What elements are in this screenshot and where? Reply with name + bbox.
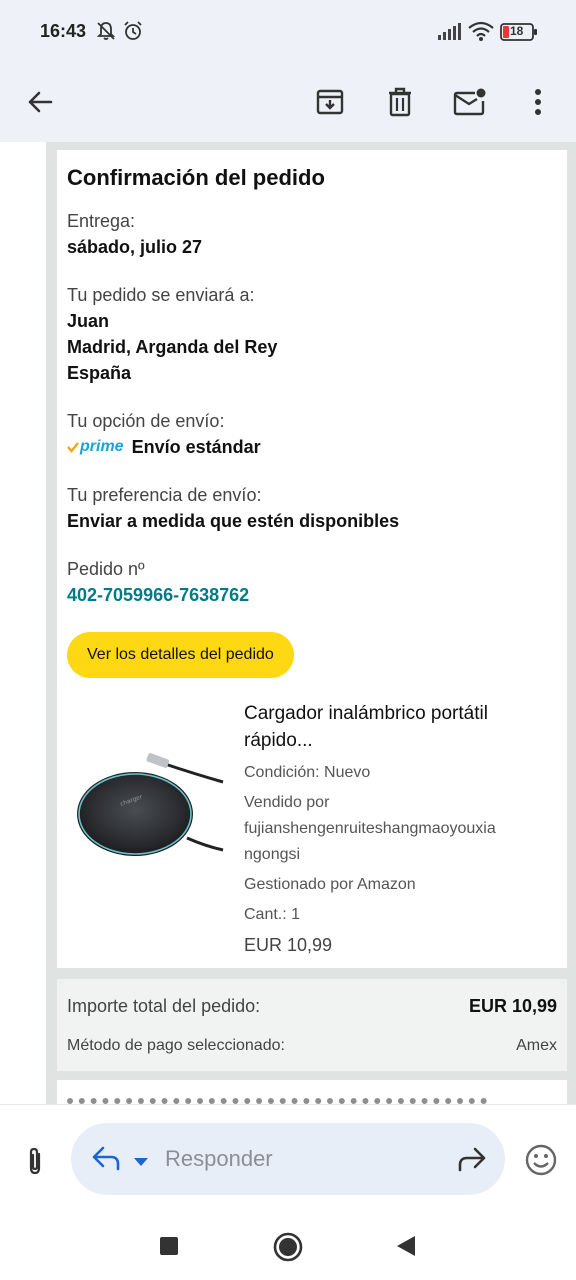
product-image[interactable]: charger — [77, 746, 227, 866]
more-vert-icon — [535, 89, 541, 115]
mark-unread-icon — [453, 88, 486, 116]
order-number-link[interactable]: 402-7059966-7638762 — [67, 582, 557, 608]
reply-bar: Responder — [0, 1104, 576, 1216]
product-item[interactable]: charger Cargador inalámbrico portátil rá… — [67, 678, 557, 968]
ship-to-city: Madrid, Arganda del Rey — [67, 337, 278, 357]
back-nav-button[interactable] — [396, 1235, 416, 1262]
back-icon — [397, 1236, 415, 1256]
product-info: Cargador inalámbrico portátil rápido... … — [244, 700, 544, 958]
prime-logo-text: prime — [80, 438, 124, 455]
archive-button[interactable] — [304, 76, 356, 128]
ship-to-label: Tu pedido se enviará a: — [67, 285, 255, 305]
ship-to-block: Tu pedido se enviará a: Juan Madrid, Arg… — [67, 282, 557, 386]
battery-level: 18 — [510, 24, 524, 38]
ship-to-name: Juan — [67, 311, 110, 331]
reply-icon — [92, 1146, 120, 1171]
order-number-label: Pedido nº — [67, 559, 145, 579]
total-label: Importe total del pedido: — [67, 996, 261, 1016]
reply-mode-dropdown[interactable] — [133, 1154, 149, 1172]
status-time: 16:43 — [40, 21, 87, 41]
back-arrow-icon — [28, 91, 53, 113]
emoji-button[interactable] — [522, 1141, 560, 1179]
status-bar: 16:43 18 — [0, 0, 576, 62]
emoji-icon — [525, 1144, 557, 1176]
alarm-icon — [122, 20, 144, 47]
shipping-pref-label: Tu preferencia de envío: — [67, 485, 262, 505]
notifications-off-icon — [95, 20, 117, 47]
shipping-pref-value: Enviar a medida que estén disponibles — [67, 511, 400, 531]
payment-method-value: Amex — [516, 1037, 557, 1054]
archive-icon — [316, 89, 344, 115]
reply-button[interactable] — [91, 1144, 121, 1177]
product-quantity: Cant.: 1 — [244, 906, 301, 923]
next-card-partial — [57, 1080, 567, 1104]
order-number-block: Pedido nº 402-7059966-7638762 — [67, 556, 557, 608]
prime-check-icon — [67, 442, 79, 453]
prime-logo: prime — [67, 438, 124, 456]
order-card: Confirmación del pedido Entrega: sábado,… — [57, 150, 567, 968]
shipping-option-value: Envío estándar — [131, 437, 261, 457]
wifi-icon — [468, 21, 494, 46]
product-sold-by-value: fujianshengenruiteshangmaoyouxiangongsi — [244, 820, 496, 863]
delivery-date: sábado, julio 27 — [67, 237, 203, 257]
forward-button[interactable] — [457, 1145, 487, 1178]
product-sold-by-label: Vendido por — [244, 794, 330, 811]
forward-icon — [458, 1147, 486, 1172]
view-order-details-button[interactable]: Ver los detalles del pedido — [67, 632, 294, 678]
email-toolbar — [0, 62, 576, 142]
shipping-pref-block: Tu preferencia de envío: Enviar a medida… — [67, 482, 557, 534]
payment-method-label: Método de pago seleccionado: — [67, 1037, 285, 1054]
home-button[interactable] — [273, 1232, 303, 1267]
delivery-block: Entrega: sábado, julio 27 — [67, 208, 557, 260]
product-title[interactable]: Cargador inalámbrico portátil rápido... — [244, 700, 544, 754]
more-options-button[interactable] — [512, 76, 564, 128]
signal-icon — [438, 22, 462, 45]
product-managed-by: Gestionado por Amazon — [244, 876, 416, 893]
reply-field[interactable]: Responder — [71, 1123, 505, 1195]
recents-icon — [160, 1237, 178, 1255]
reply-placeholder: Responder — [165, 1146, 273, 1171]
back-button[interactable] — [14, 76, 66, 128]
delete-button[interactable] — [374, 76, 426, 128]
attachment-icon — [29, 1147, 41, 1175]
mark-unread-button[interactable] — [444, 76, 496, 128]
ship-to-country: España — [67, 363, 132, 383]
shipping-option-label: Tu opción de envío: — [67, 411, 225, 431]
order-heading: Confirmación del pedido — [67, 165, 325, 190]
product-condition: Condición: Nuevo — [244, 764, 371, 781]
email-content[interactable]: Confirmación del pedido Entrega: sábado,… — [0, 142, 576, 1104]
delete-icon — [389, 87, 411, 117]
product-price: EUR 10,99 — [244, 935, 333, 955]
battery-icon: 18 — [500, 22, 538, 47]
shipping-option-block: Tu opción de envío: prime Envío estándar — [67, 408, 557, 460]
attachment-button[interactable] — [18, 1141, 52, 1181]
system-nav-bar — [0, 1216, 576, 1280]
recents-button[interactable] — [159, 1236, 179, 1261]
order-totals: Importe total del pedido: EUR 10,99 Méto… — [57, 979, 567, 1071]
total-value: EUR 10,99 — [468, 996, 557, 1016]
home-icon — [273, 1232, 303, 1262]
delivery-label: Entrega: — [67, 211, 136, 231]
dropdown-icon — [134, 1158, 148, 1166]
